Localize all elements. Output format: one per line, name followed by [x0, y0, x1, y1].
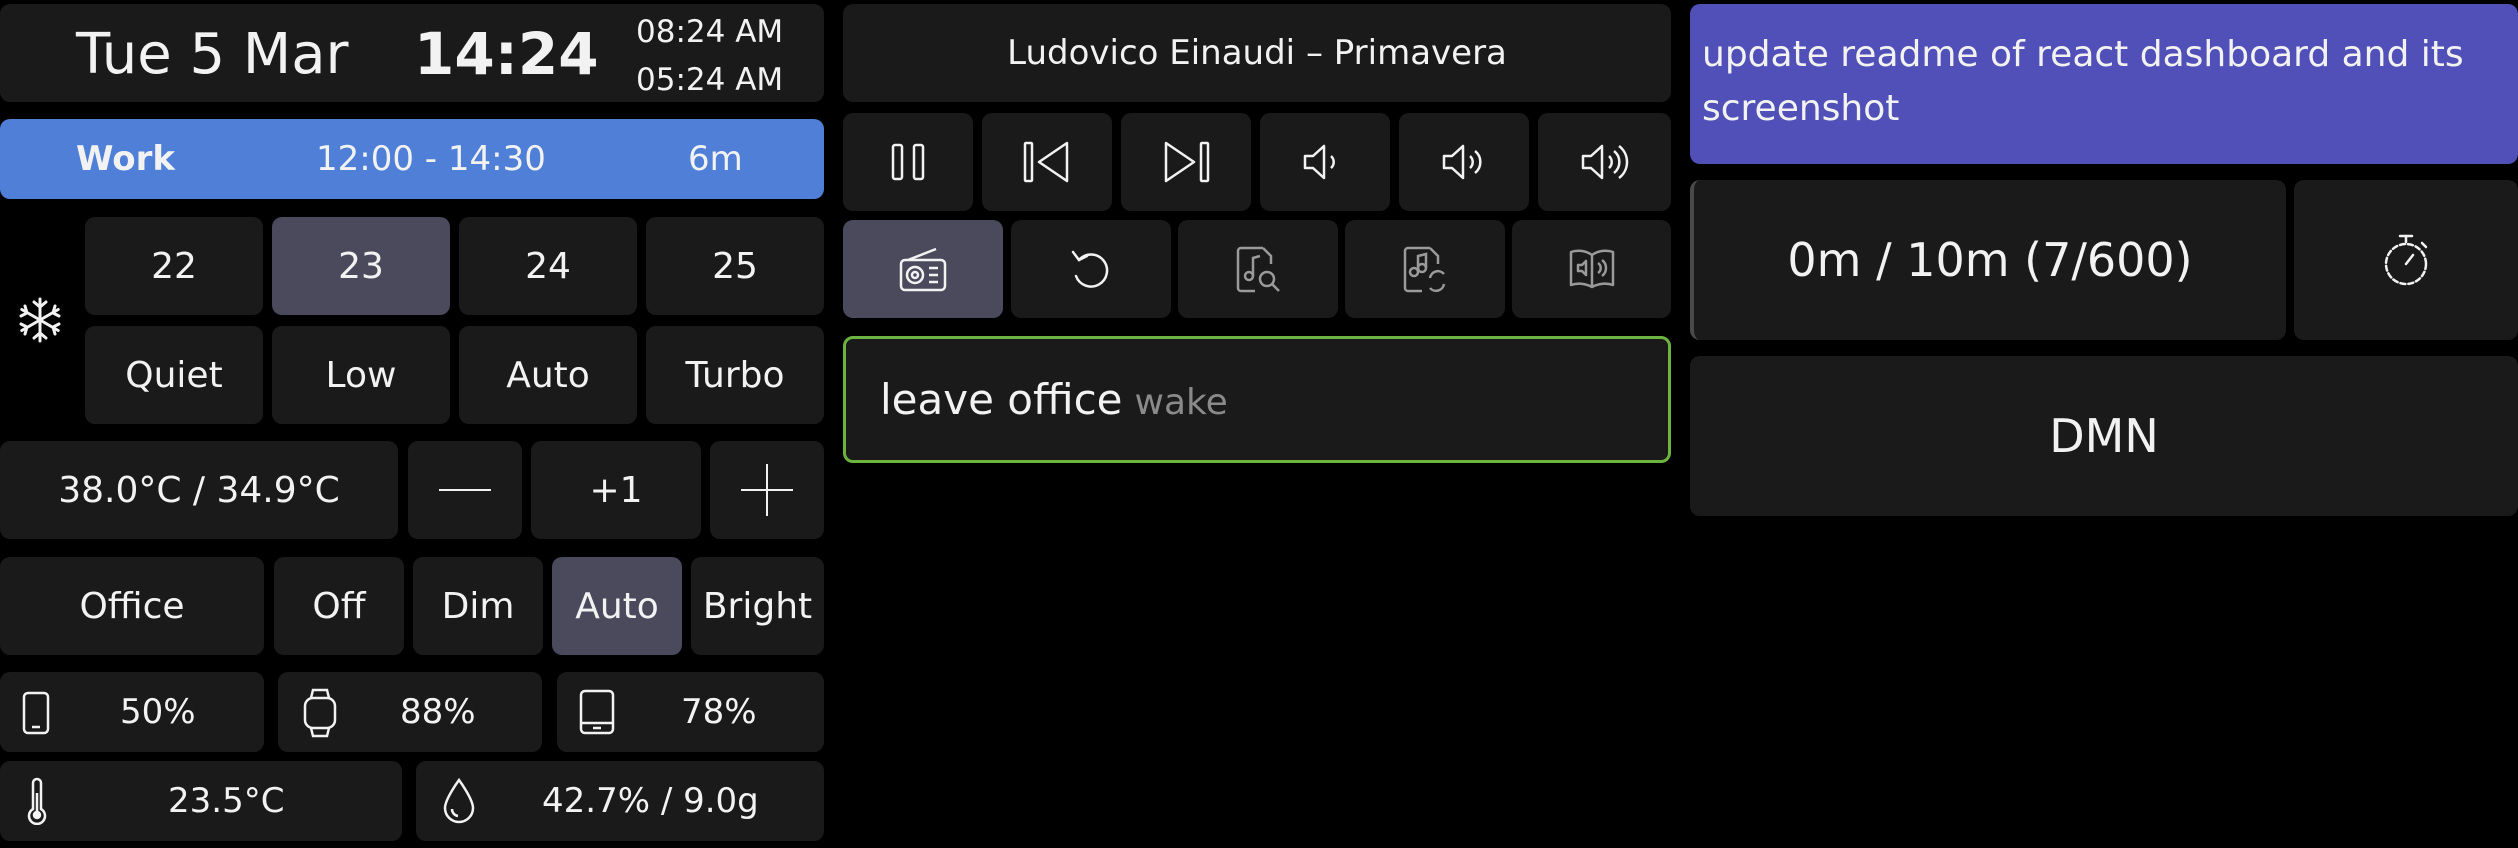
event-name: Work [76, 139, 176, 179]
clock-panel: Tue 5 Mar 14:24 08:24 AM 05:24 AM [0, 4, 824, 102]
tablet-icon [579, 689, 615, 735]
radio-icon [898, 246, 948, 292]
fan-mode-quiet[interactable]: Quiet [85, 326, 263, 424]
phone-battery: 50% [0, 672, 264, 752]
watch-icon [302, 688, 338, 738]
next-track-button[interactable] [1121, 113, 1251, 211]
heating-decrease-button[interactable] [408, 441, 522, 539]
lights-room: Office [0, 557, 264, 655]
volume-high-button[interactable] [1538, 113, 1671, 211]
water-drop-icon [442, 777, 476, 825]
source-replay-button[interactable] [1011, 220, 1171, 318]
heating-offset: +1 [531, 441, 701, 539]
music-search-icon [1233, 244, 1283, 294]
light-mode-dim[interactable]: Dim [413, 557, 543, 655]
reminder-tag: wake [1134, 382, 1228, 423]
source-audiobook-button[interactable] [1512, 220, 1671, 318]
calendar-event-bar[interactable]: Work 12:00 - 14:30 6m [0, 119, 824, 199]
fan-mode-low[interactable]: Low [272, 326, 450, 424]
reminder-title: leave office [880, 375, 1123, 424]
volume-medium-button[interactable] [1399, 113, 1529, 211]
task-card[interactable]: update readme of react dashboard and its… [1690, 4, 2518, 164]
replay-icon [1066, 246, 1116, 292]
pause-icon [890, 142, 926, 182]
reminder-card[interactable]: leave office wake [843, 336, 1671, 463]
heating-reading: 38.0°C / 34.9°C [0, 441, 398, 539]
volume-low-button[interactable] [1260, 113, 1390, 211]
room-temperature: 23.5°C [0, 761, 402, 841]
source-music-repeat-button[interactable] [1345, 220, 1505, 318]
focus-timer[interactable]: 0m / 10m (7/600) [1690, 180, 2286, 340]
phone-icon [22, 691, 50, 735]
light-mode-off[interactable]: Off [274, 557, 404, 655]
light-mode-bright[interactable]: Bright [691, 557, 824, 655]
room-temperature-value: 23.5°C [168, 781, 285, 821]
music-repeat-icon [1400, 244, 1450, 294]
event-remaining: 6m [688, 139, 743, 179]
volume-low-icon [1302, 142, 1348, 182]
audiobook-icon [1567, 247, 1617, 291]
ac-temp-25[interactable]: 25 [646, 217, 824, 315]
fan-mode-auto[interactable]: Auto [459, 326, 637, 424]
now-playing-title: Ludovico Einaudi – Primavera [1007, 33, 1507, 73]
next-track-icon [1162, 140, 1210, 184]
task-text: update readme of react dashboard and its… [1702, 34, 2464, 129]
ac-temp-22[interactable]: 22 [85, 217, 263, 315]
source-music-search-button[interactable] [1178, 220, 1338, 318]
tablet-battery-value: 78% [681, 692, 757, 732]
event-time-range: 12:00 - 14:30 [316, 139, 546, 179]
fan-mode-turbo[interactable]: Turbo [646, 326, 824, 424]
minus-icon [439, 487, 491, 493]
previous-track-icon [1023, 140, 1071, 184]
watch-battery: 88% [278, 672, 542, 752]
room-humidity-value: 42.7% / 9.0g [542, 781, 759, 821]
time-label: 14:24 [414, 20, 599, 88]
mode-label: DMN [2049, 409, 2159, 463]
mode-button[interactable]: DMN [1690, 356, 2518, 516]
alt-time-1: 08:24 AM [636, 14, 784, 50]
phone-battery-value: 50% [120, 692, 196, 732]
previous-track-button[interactable] [982, 113, 1112, 211]
stopwatch-icon [2382, 233, 2430, 287]
now-playing: Ludovico Einaudi – Primavera [843, 4, 1671, 102]
pause-button[interactable] [843, 113, 973, 211]
thermometer-icon [26, 777, 48, 825]
room-humidity: 42.7% / 9.0g [416, 761, 824, 841]
heating-increase-button[interactable] [710, 441, 824, 539]
date-label: Tue 5 Mar [76, 22, 349, 87]
ac-temp-24[interactable]: 24 [459, 217, 637, 315]
volume-medium-icon [1441, 142, 1487, 182]
alt-time-2: 05:24 AM [636, 62, 784, 98]
snowflake-icon [16, 296, 64, 344]
volume-high-icon [1580, 142, 1630, 182]
light-mode-auto[interactable]: Auto [552, 557, 682, 655]
ac-temp-23[interactable]: 23 [272, 217, 450, 315]
watch-battery-value: 88% [400, 692, 476, 732]
tablet-battery: 78% [557, 672, 824, 752]
stopwatch-button[interactable] [2294, 180, 2518, 340]
focus-timer-label: 0m / 10m (7/600) [1787, 233, 2193, 287]
source-radio-button[interactable] [843, 220, 1003, 318]
plus-icon [741, 464, 793, 516]
